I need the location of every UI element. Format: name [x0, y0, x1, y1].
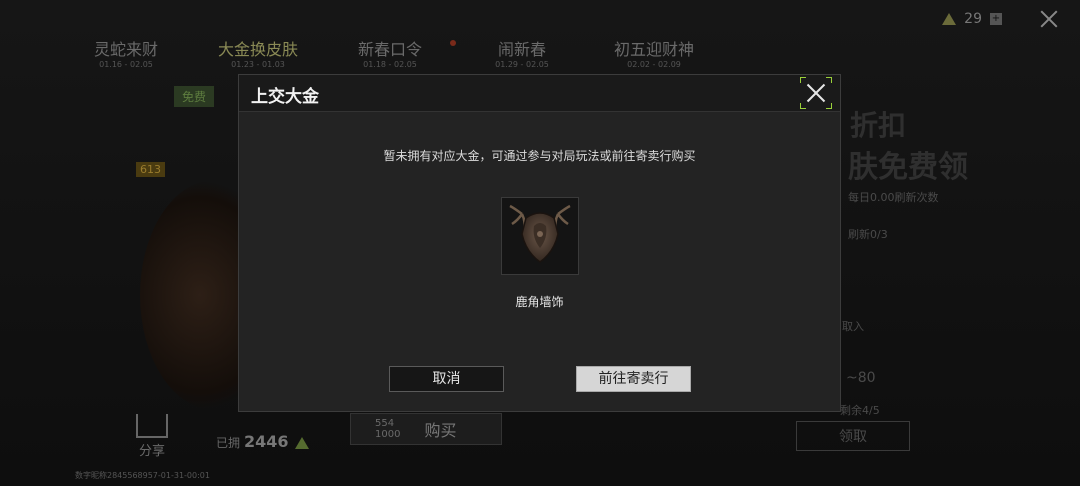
dialog-message: 暂未拥有对应大金，可通过参与对局玩法或前往寄卖行购买: [383, 149, 696, 163]
currency-count: 29: [964, 11, 982, 27]
claim-button[interactable]: 领取: [796, 421, 910, 451]
owned-count: 已拥 2446: [216, 432, 309, 451]
add-currency-button[interactable]: +: [990, 13, 1002, 25]
buy-label: 购买: [424, 421, 457, 440]
price-sub: 1000: [375, 429, 401, 440]
currency-icon: [942, 13, 957, 25]
tab-label: 闹新春: [497, 40, 546, 59]
share-button[interactable]: 分享: [136, 414, 168, 459]
currency-icon: [294, 437, 309, 449]
tab-caishen[interactable]: 初五迎财神 02.02 - 02.09: [588, 40, 720, 76]
free-badge: 免费: [174, 86, 215, 107]
close-icon[interactable]: [1038, 8, 1060, 30]
promo-text: 取入: [842, 320, 864, 333]
notification-dot: [450, 40, 456, 46]
level-badge: 613: [136, 162, 165, 177]
submit-gold-dialog: 上交大金 暂未拥有对应大金，可通过参与对局玩法或前往寄卖行购买 鹿角墙饰 取消 …: [238, 74, 841, 412]
tab-label: 新春口令: [357, 40, 422, 59]
close-icon[interactable]: [800, 77, 832, 109]
promo-refresh-count[interactable]: 刷新0/3: [848, 226, 888, 242]
tab-dates: 01.29 - 02.05: [495, 60, 549, 69]
tab-label: 灵蛇来财: [93, 40, 158, 59]
item-slot[interactable]: [501, 197, 579, 275]
user-id-watermark: 数字昵称2845568957-01-31-00:01: [75, 471, 210, 480]
price-value: 554: [375, 418, 395, 429]
tab-xinchun[interactable]: 新春口令 01.18 - 02.05: [324, 40, 456, 76]
top-right-bar: 29 +: [942, 8, 1060, 30]
promo-remaining: 剩余4/5: [840, 404, 880, 417]
tab-lingshe[interactable]: 灵蛇来财 01.16 - 02.05: [60, 40, 192, 76]
owned-label: 已拥: [216, 436, 241, 450]
go-to-market-button[interactable]: 前往寄卖行: [576, 366, 691, 392]
buy-price: 554 1000: [375, 418, 400, 440]
promo-range: ~80: [846, 370, 876, 386]
promo-refresh-note: 每日0.00刷新次数: [848, 191, 939, 204]
dialog-header: 上交大金: [239, 75, 840, 112]
share-label: 分享: [138, 444, 165, 459]
promo-title: 折扣: [850, 109, 907, 142]
share-icon: [136, 414, 168, 438]
tab-dates: 01.18 - 02.05: [363, 60, 417, 69]
tab-dajin[interactable]: 大金换皮肤 01.23 - 01.03: [192, 40, 324, 76]
cancel-button[interactable]: 取消: [389, 366, 504, 392]
event-tabs: 灵蛇来财 01.16 - 02.05 大金换皮肤 01.23 - 01.03 新…: [60, 40, 780, 76]
tab-dates: 01.23 - 01.03: [231, 60, 285, 69]
tab-dates: 02.02 - 02.09: [627, 60, 681, 69]
tab-label: 初五迎财神: [613, 40, 694, 59]
promo-subtitle: 肤免费领: [848, 150, 968, 185]
tab-label: 大金换皮肤: [217, 40, 298, 59]
tab-naoxinchun[interactable]: 闹新春 01.29 - 02.05: [456, 40, 588, 76]
item-name: 鹿角墙饰: [515, 295, 564, 309]
tab-dates: 01.16 - 02.05: [99, 60, 153, 69]
dialog-title: 上交大金: [251, 87, 319, 107]
buy-button[interactable]: 554 1000 购买: [350, 413, 502, 445]
owned-value: 2446: [244, 432, 289, 451]
antler-wall-decoration-icon: [509, 204, 571, 263]
